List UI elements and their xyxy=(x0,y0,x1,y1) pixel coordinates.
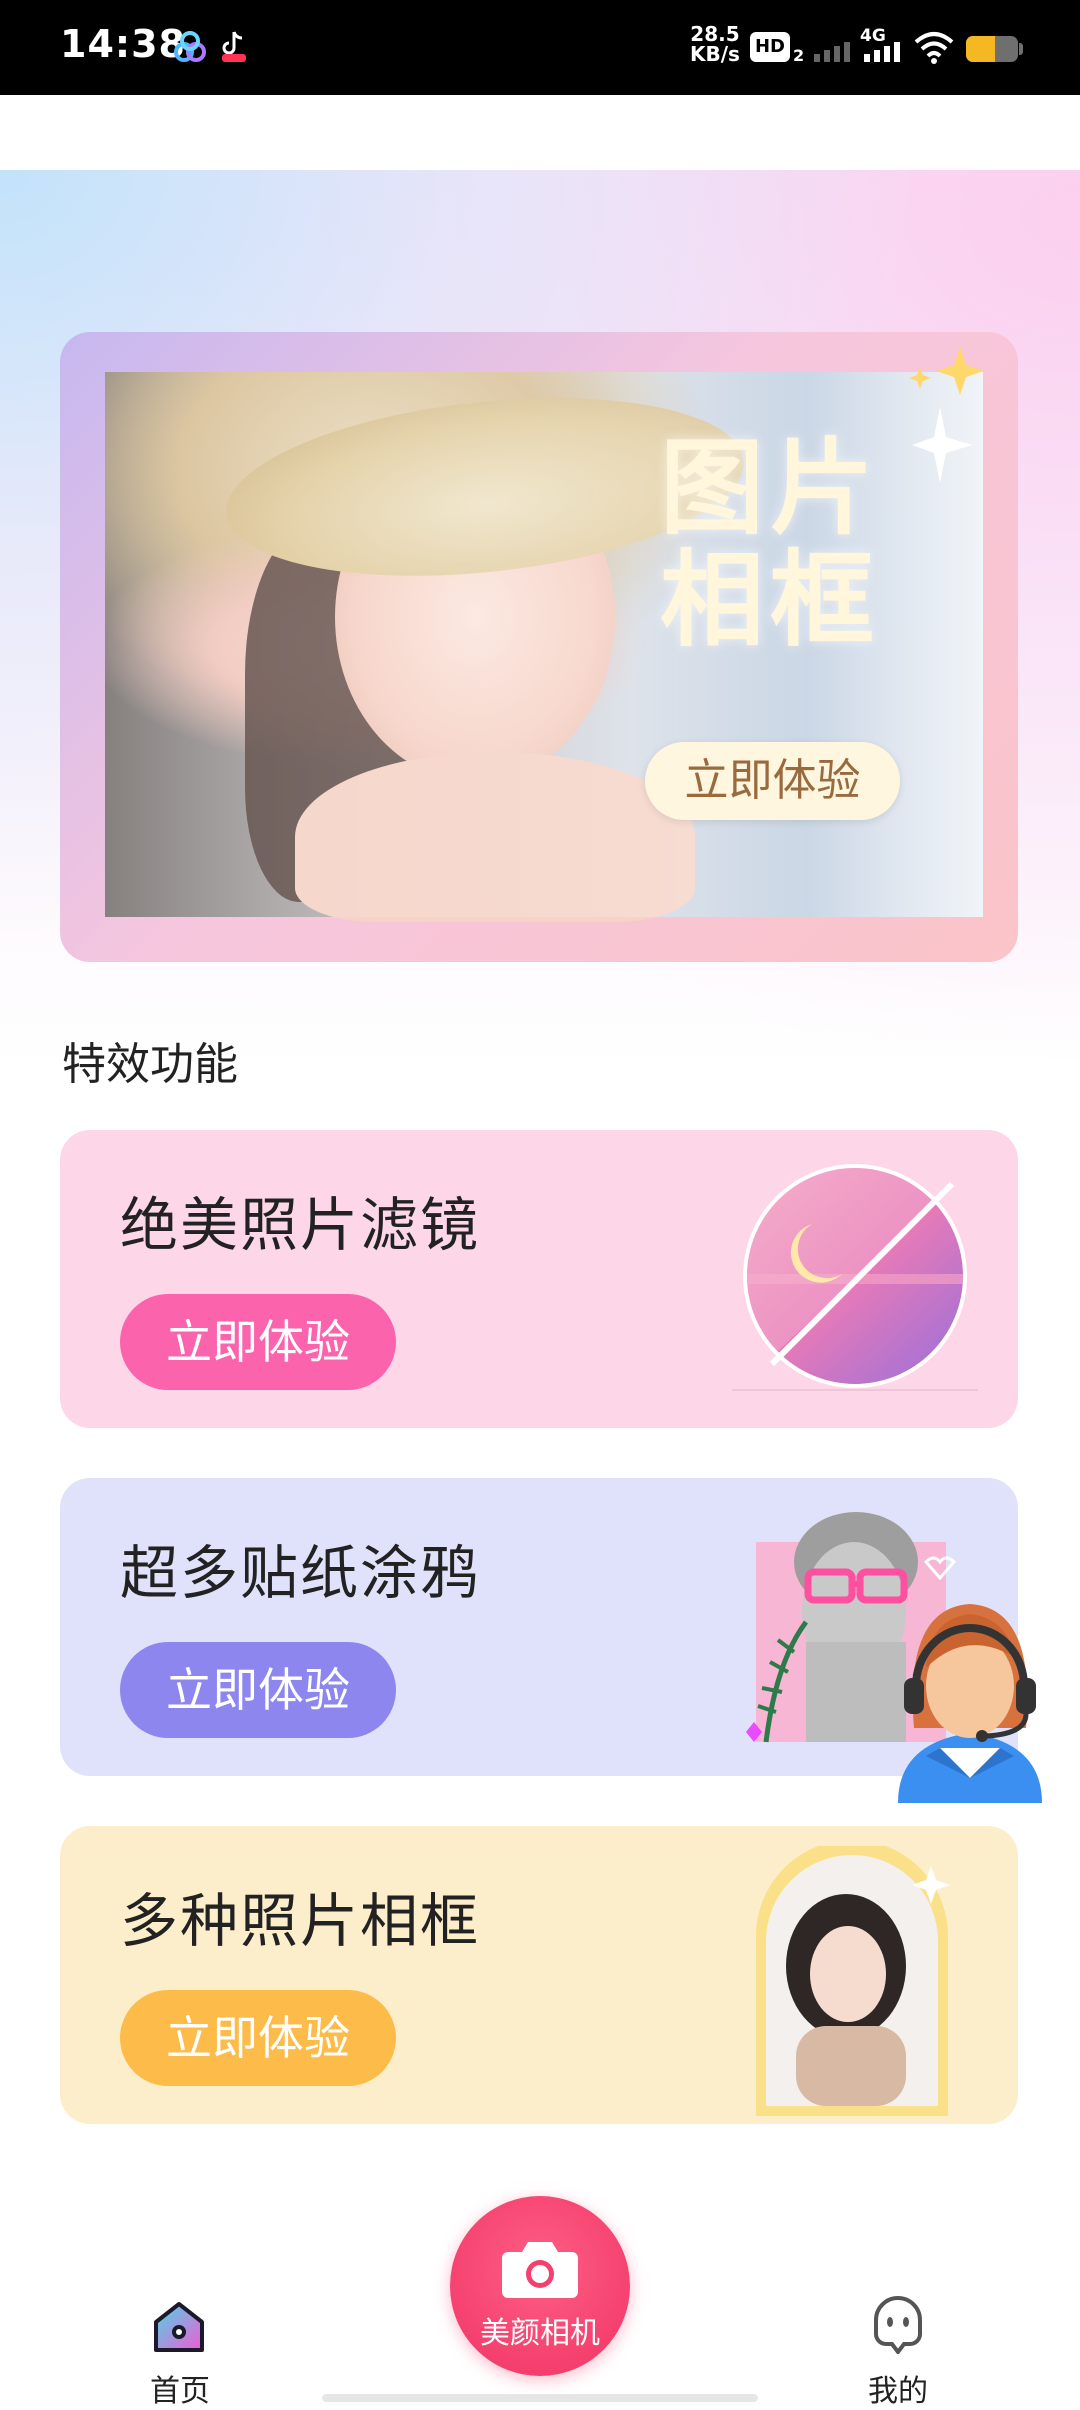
feature-card-sticker[interactable]: 超多贴纸涂鸦 立即体验 xyxy=(60,1478,1018,1776)
sticker-try-button[interactable]: 立即体验 xyxy=(120,1642,396,1738)
camera-label: 美颜相机 xyxy=(480,2316,600,2351)
battery-tip xyxy=(1019,43,1023,55)
sparkle-white-icon xyxy=(912,407,972,483)
signal-sim1-icon xyxy=(814,42,850,62)
feature-card-frame[interactable]: 多种照片相框 立即体验 xyxy=(60,1826,1018,2124)
filter-illustration xyxy=(732,1164,978,1391)
feature-card-filter[interactable]: 绝美照片滤镜 立即体验 xyxy=(60,1130,1018,1428)
beauty-camera-button[interactable]: 美颜相机 xyxy=(450,2196,630,2376)
wifi-icon xyxy=(914,32,954,64)
network-speed-value: 28.5 xyxy=(690,22,740,46)
filter-try-button[interactable]: 立即体验 xyxy=(120,1294,396,1390)
tiktok-notification-icon xyxy=(222,31,246,62)
signal-sim2-icon xyxy=(864,42,900,62)
nav-mine-label[interactable]: 我的 xyxy=(866,2366,930,2410)
home-indicator[interactable] xyxy=(322,2394,758,2402)
robot-face-icon[interactable] xyxy=(872,2294,924,2354)
hd-voice-sub: 2 xyxy=(793,46,805,65)
network-speed: 28.5 KB/s xyxy=(690,24,740,64)
frame-try-button[interactable]: 立即体验 xyxy=(120,1990,396,2086)
status-time: 14:38 xyxy=(60,22,186,66)
photo-frame-banner[interactable]: 图片 相框 立即体验 xyxy=(60,332,1018,962)
camera-icon xyxy=(502,2242,578,2298)
feature-title: 绝美照片滤镜 xyxy=(120,1191,481,1259)
section-title: 特效功能 xyxy=(62,1039,238,1090)
app-notification-icon xyxy=(174,31,206,62)
feature-title: 多种照片相框 xyxy=(120,1887,481,1955)
feature-title: 超多贴纸涂鸦 xyxy=(120,1539,481,1607)
status-bar: 14:38 28.5 KB/s HD 2 4G xyxy=(0,0,1080,95)
battery-level xyxy=(966,36,995,62)
network-speed-unit: KB/s xyxy=(690,42,740,66)
hd-voice-icon: HD xyxy=(750,32,790,62)
customer-service-button[interactable] xyxy=(880,1598,1060,1803)
nav-home-label[interactable]: 首页 xyxy=(150,2366,210,2410)
home-icon[interactable] xyxy=(150,2298,208,2356)
frame-illustration xyxy=(756,1846,950,2116)
banner-title-line2: 相框 xyxy=(660,538,881,661)
banner-try-button[interactable]: 立即体验 xyxy=(645,742,900,820)
battery-icon xyxy=(966,36,1018,62)
